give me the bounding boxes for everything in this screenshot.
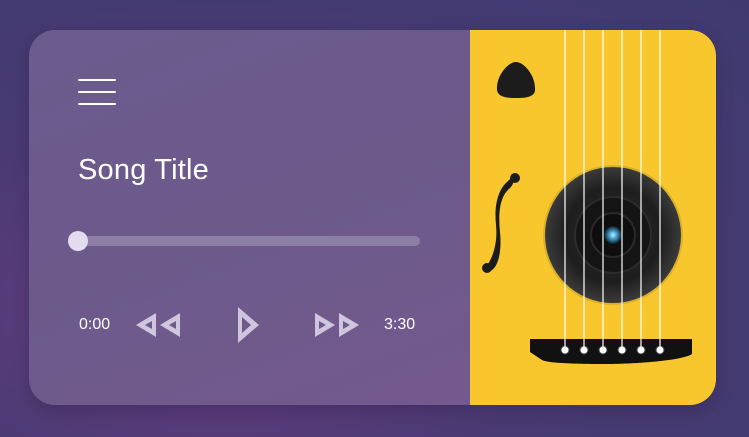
player-panel: Song Title 0:00 3:30 <box>29 30 470 405</box>
current-time: 0:00 <box>79 316 111 333</box>
guitar-illustration <box>470 30 716 405</box>
music-player-card: Song Title 0:00 3:30 <box>29 30 716 405</box>
fast-forward-button[interactable] <box>313 308 363 342</box>
guitar-bridge <box>530 339 692 364</box>
f-hole-icon <box>482 173 520 273</box>
menu-line <box>78 91 116 93</box>
play-button[interactable] <box>235 304 261 346</box>
menu-button[interactable] <box>78 79 116 107</box>
menu-line <box>78 79 116 81</box>
play-icon <box>238 307 259 343</box>
rewind-icon <box>136 313 180 337</box>
guitar-art <box>482 30 692 364</box>
fast-forward-icon <box>315 313 359 337</box>
guitar-pick-icon <box>496 62 536 98</box>
progress-thumb[interactable] <box>68 231 88 251</box>
sound-hole <box>543 165 683 305</box>
total-time: 3:30 <box>384 316 416 333</box>
song-title: Song Title <box>78 154 209 186</box>
rewind-button[interactable] <box>134 308 184 342</box>
progress-track[interactable] <box>68 231 420 251</box>
menu-line <box>78 103 116 105</box>
